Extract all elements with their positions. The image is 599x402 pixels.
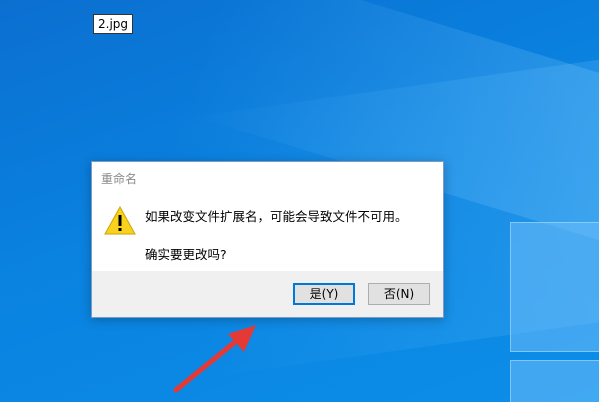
wallpaper-window-pane <box>510 222 599 352</box>
no-button[interactable]: 否(N) <box>368 283 430 305</box>
annotation-arrow-icon <box>173 325 256 393</box>
yes-button[interactable]: 是(Y) <box>293 283 355 305</box>
dialog-title: 重命名 <box>101 172 138 186</box>
wallpaper-window-pane <box>510 360 599 402</box>
dialog-message-line2: 确实要更改吗? <box>145 247 227 262</box>
file-name-edit-box[interactable]: 2.jpg <box>93 14 134 34</box>
warning-icon <box>104 206 136 235</box>
dialog-button-bar: 是(Y) 否(N) <box>92 271 443 317</box>
rename-dialog: 重命名 如果改变文件扩展名，可能会导致文件不可用。 确实要更改吗? 是(Y) 否… <box>91 161 444 318</box>
dialog-message-line1: 如果改变文件扩展名，可能会导致文件不可用。 <box>145 209 408 224</box>
